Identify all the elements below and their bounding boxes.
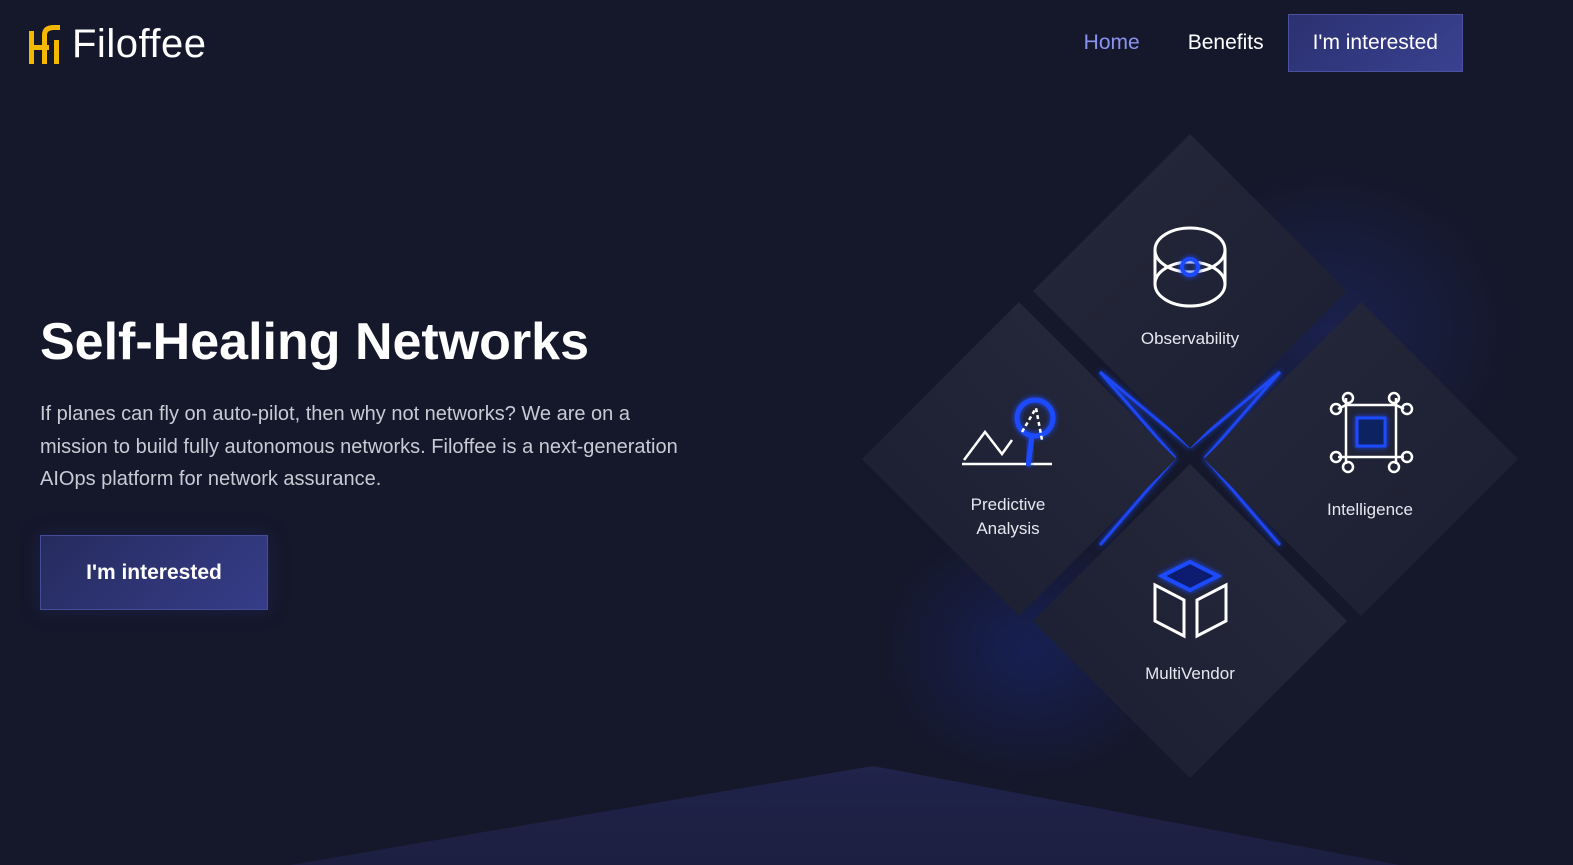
intelligence-label: Intelligence	[1326, 500, 1414, 519]
landing-page: Filoffee Home Benefits I'm interested Se…	[0, 0, 1573, 865]
feature-diamonds	[862, 134, 1518, 778]
multivendor-label: MultiVendor	[1145, 664, 1235, 683]
predictive-analysis-label: Predictive Analysis	[970, 495, 1046, 538]
observability-label: Observability	[1140, 329, 1240, 348]
